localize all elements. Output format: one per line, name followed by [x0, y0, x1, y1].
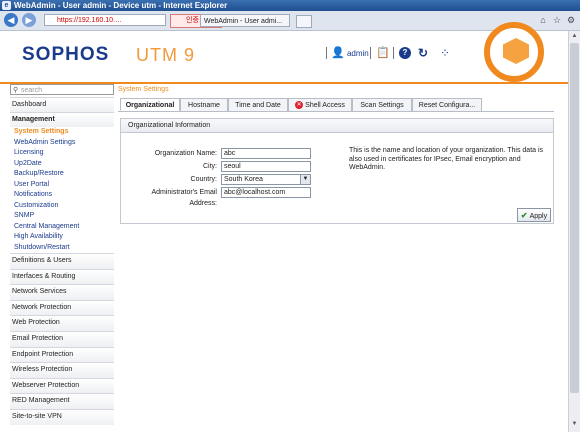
settings-icon[interactable]: ⚙	[565, 14, 577, 26]
sidebar-item-email-protection[interactable]: Email Protection	[10, 331, 114, 347]
search-placeholder: search	[21, 87, 43, 94]
product-name: UTM 9	[136, 45, 195, 65]
apply-button[interactable]: ✔ Apply	[517, 208, 551, 222]
tab-shell-access-label: Shell Access	[305, 102, 345, 109]
apply-label: Apply	[529, 213, 548, 220]
warning-icon: ✕	[295, 101, 304, 110]
panel-title: Organizational Information	[121, 119, 553, 133]
sidebar-subitem-webadmin-settings[interactable]: WebAdmin Settings	[10, 138, 114, 149]
sidebar-subitem-backup-restore[interactable]: Backup/Restore	[10, 169, 114, 180]
new-tab-button[interactable]	[296, 15, 312, 28]
sidebar-item-webserver-protection[interactable]: Webserver Protection	[10, 378, 114, 394]
chevron-down-icon: ▼	[300, 175, 310, 184]
sidebar-item-red-management[interactable]: RED Management	[10, 394, 114, 409]
sidebar-subitem-central-management[interactable]: Central Management	[10, 222, 114, 233]
search-input[interactable]: ⚲ search	[10, 84, 114, 95]
browser-tab[interactable]: WebAdmin - User admi...	[200, 14, 290, 27]
organizational-panel: Organizational Information Organization …	[120, 118, 554, 224]
email-input[interactable]: abc@localhost.com	[221, 187, 311, 198]
window-titlebar: e WebAdmin - User admin - Device utm - I…	[0, 0, 580, 11]
sophos-logo: SOPHOS	[22, 44, 110, 65]
sidebar-subitem-customization[interactable]: Customization	[10, 201, 114, 212]
search-icon: ⚲	[13, 87, 19, 94]
window-title: WebAdmin - User admin - Device utm - Int…	[14, 1, 228, 10]
browser-toolbar: ◀ ▶ https://192.160.10.… 인증… WebAdmin - …	[0, 11, 580, 31]
sidebar-subitem-snmp[interactable]: SNMP	[10, 211, 114, 222]
sidebar-subitem-user-portal[interactable]: User Portal	[10, 180, 114, 191]
sidebar-subitem-notifications[interactable]: Notifications	[10, 190, 114, 201]
sidebar-subitem-licensing[interactable]: Licensing	[10, 148, 114, 159]
sidebar-subitem-high-availability[interactable]: High Availability	[10, 232, 114, 243]
email-label: Administrator's Email Address:	[151, 189, 217, 207]
sidebar-item-dashboard[interactable]: Dashboard	[10, 98, 114, 112]
tab-scan-settings[interactable]: Scan Settings	[352, 98, 412, 111]
org-name-label: Organization Name:	[154, 150, 217, 157]
help-text: This is the name and location of your or…	[349, 147, 544, 171]
favorites-icon[interactable]: ☆	[551, 14, 563, 26]
forward-icon[interactable]: ▶	[22, 13, 36, 27]
sidebar-item-network-protection[interactable]: Network Protection	[10, 300, 114, 316]
home-icon[interactable]: ⌂	[537, 14, 549, 26]
city-input[interactable]: seoul	[221, 161, 311, 172]
sidebar-item-interfaces-routing[interactable]: Interfaces & Routing	[10, 269, 114, 285]
tab-hostname[interactable]: Hostname	[180, 98, 228, 111]
user-name: admin	[346, 49, 369, 58]
back-icon[interactable]: ◀	[4, 13, 18, 27]
sidebar-item-endpoint-protection[interactable]: Endpoint Protection	[10, 347, 114, 363]
country-label: Country:	[190, 176, 217, 183]
country-select[interactable]: South Korea ▼	[221, 174, 311, 185]
sidebar-item-wireless-protection[interactable]: Wireless Protection	[10, 363, 114, 378]
check-icon: ✔	[520, 211, 528, 220]
clipboard-icon[interactable]: 📋	[376, 45, 390, 61]
header-divider	[370, 47, 371, 59]
address-bar[interactable]: https://192.160.10.…	[44, 14, 166, 26]
tab-underline	[118, 111, 554, 112]
scroll-down-icon[interactable]: ▼	[570, 420, 579, 429]
sidebar-subitem-shutdown-restart[interactable]: Shutdown/Restart	[10, 243, 114, 254]
sidebar-item-management[interactable]: Management	[10, 113, 114, 127]
sidebar-item-site-to-site-vpn[interactable]: Site-to-site VPN	[10, 409, 114, 425]
help-icon[interactable]: ?	[399, 47, 411, 59]
sidebar-subitem-up2date[interactable]: Up2Date	[10, 159, 114, 170]
org-name-input[interactable]: abc	[221, 148, 311, 159]
city-label: City:	[203, 163, 217, 170]
sidebar-item-definitions-users[interactable]: Definitions & Users	[10, 254, 114, 269]
user-menu[interactable]: 👤 admin	[331, 45, 369, 61]
sidebar: Dashboard Management System Settings Web…	[10, 97, 114, 425]
reload-icon[interactable]: ↻	[418, 45, 428, 61]
tab-shell-access[interactable]: ✕ Shell Access	[288, 98, 352, 111]
vertical-scrollbar[interactable]: ▲ ▼	[568, 31, 580, 432]
sidebar-item-network-services[interactable]: Network Services	[10, 285, 114, 300]
activity-spinner-icon: ⁘	[440, 46, 451, 60]
scroll-thumb[interactable]	[570, 43, 579, 393]
sidebar-item-web-protection[interactable]: Web Protection	[10, 316, 114, 331]
emblem-hexagon	[503, 38, 529, 64]
header-divider	[393, 47, 394, 59]
tab-title: WebAdmin - User admi...	[204, 18, 283, 25]
country-value: South Korea	[224, 176, 263, 183]
sophos-emblem	[484, 22, 544, 82]
tab-organizational[interactable]: Organizational	[120, 98, 180, 111]
breadcrumb: System Settings	[118, 86, 169, 93]
user-icon: 👤	[331, 47, 345, 59]
tab-reset-configuration[interactable]: Reset Configura...	[412, 98, 482, 111]
scroll-up-icon[interactable]: ▲	[570, 32, 579, 41]
url-text: https://192.160.10.…	[57, 17, 122, 24]
header-divider	[326, 47, 327, 59]
ie-icon: e	[2, 1, 11, 10]
tab-time-and-date[interactable]: Time and Date	[228, 98, 288, 111]
sidebar-subitem-system-settings[interactable]: System Settings	[10, 127, 114, 138]
